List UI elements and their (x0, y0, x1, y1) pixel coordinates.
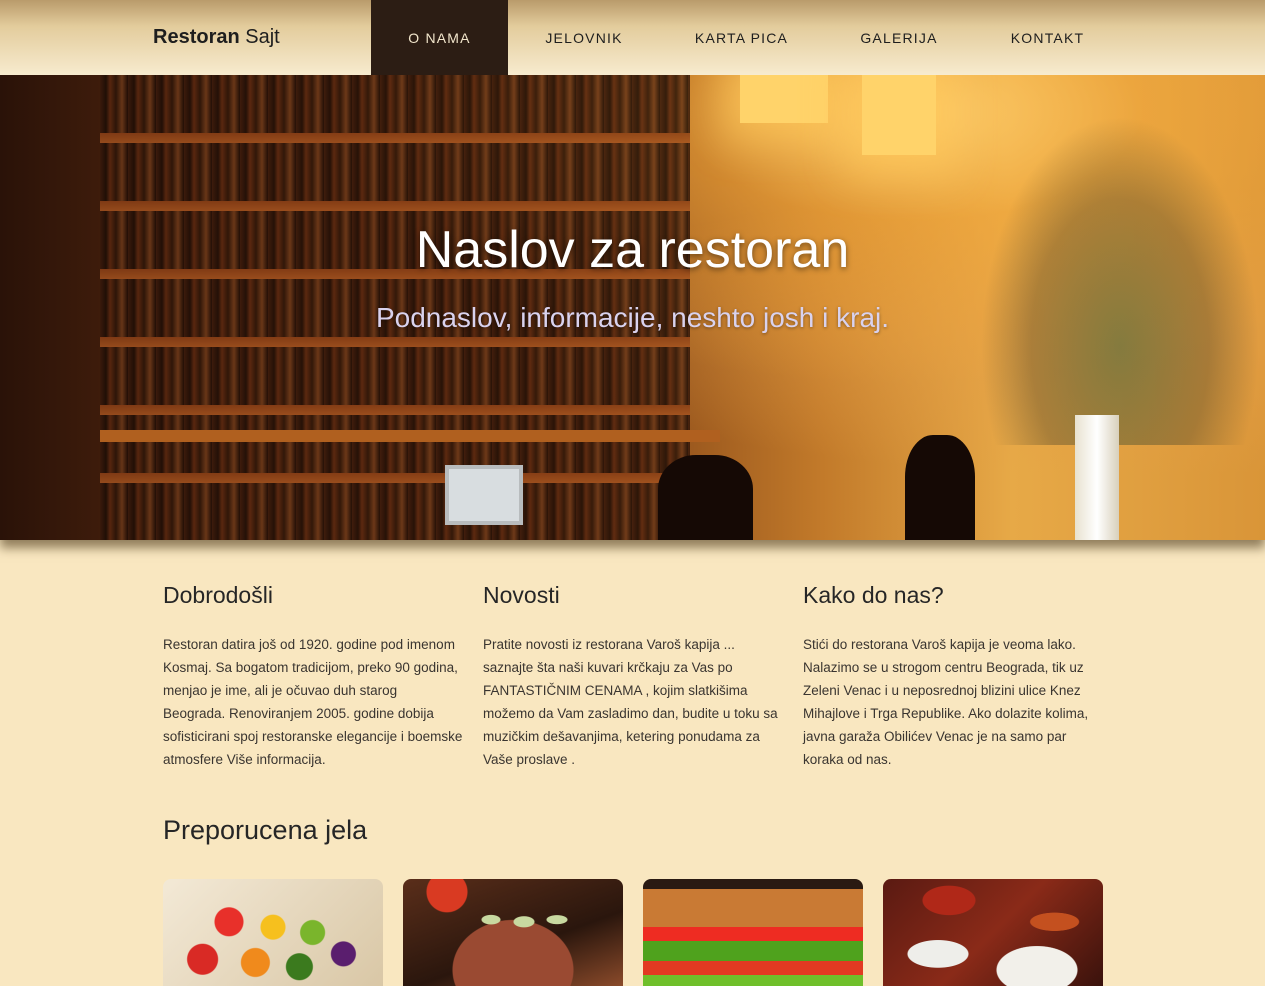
nav-item-jelovnik[interactable]: JELOVNIK (508, 0, 660, 75)
hero-person (658, 455, 753, 540)
dish-card-seafood[interactable] (883, 879, 1103, 986)
hero-tree (980, 115, 1260, 445)
hero-monitor (445, 465, 523, 525)
column-text: Stići do restorana Varoš kapija je veoma… (803, 637, 1089, 767)
hero-person (905, 435, 975, 540)
info-column-news: Novosti Pratite novosti iz restorana Var… (483, 582, 783, 771)
info-column-welcome: Dobrodošli Restoran datira još od 1920. … (163, 582, 463, 771)
featured-dishes-title: Preporucena jela (163, 815, 368, 845)
column-heading: Kako do nas? (803, 582, 944, 608)
brand-name-light: Sajt (239, 26, 280, 48)
nav-item-kontakt[interactable]: KONTAKT (975, 0, 1120, 75)
nav-item-karta-pica[interactable]: KARTA PICA (660, 0, 823, 75)
hero-title: Naslov za restoran (415, 221, 850, 279)
column-text: Pratite novosti iz restorana Varoš kapij… (483, 637, 778, 767)
dish-card-fruit-skewers[interactable] (163, 879, 383, 986)
brand-logo[interactable]: Restoran Sajt (153, 26, 280, 49)
hero-bar-counter (100, 430, 720, 442)
hero-vase (1075, 415, 1119, 540)
hero-lamp (740, 75, 828, 123)
column-heading: Novosti (483, 582, 560, 608)
hero-banner: Naslov za restoran Podnaslov, informacij… (0, 75, 1265, 540)
dish-card-sandwich[interactable] (643, 879, 863, 986)
brand-name-bold: Restoran (153, 26, 240, 48)
dish-card-pizza[interactable] (403, 879, 623, 986)
info-column-directions: Kako do nas? Stići do restorana Varoš ka… (803, 582, 1103, 771)
column-text: Restoran datira još od 1920. godine pod … (163, 637, 463, 767)
column-heading: Dobrodošli (163, 582, 273, 608)
nav-item-galerija[interactable]: GALERIJA (823, 0, 975, 75)
nav-item-o-nama[interactable]: O NAMA (371, 0, 508, 75)
top-navbar: Restoran Sajt O NAMA JELOVNIK KARTA PICA… (0, 0, 1265, 75)
hero-lamp (862, 75, 936, 155)
hero-subtitle: Podnaslov, informacije, neshto josh i kr… (375, 302, 890, 333)
